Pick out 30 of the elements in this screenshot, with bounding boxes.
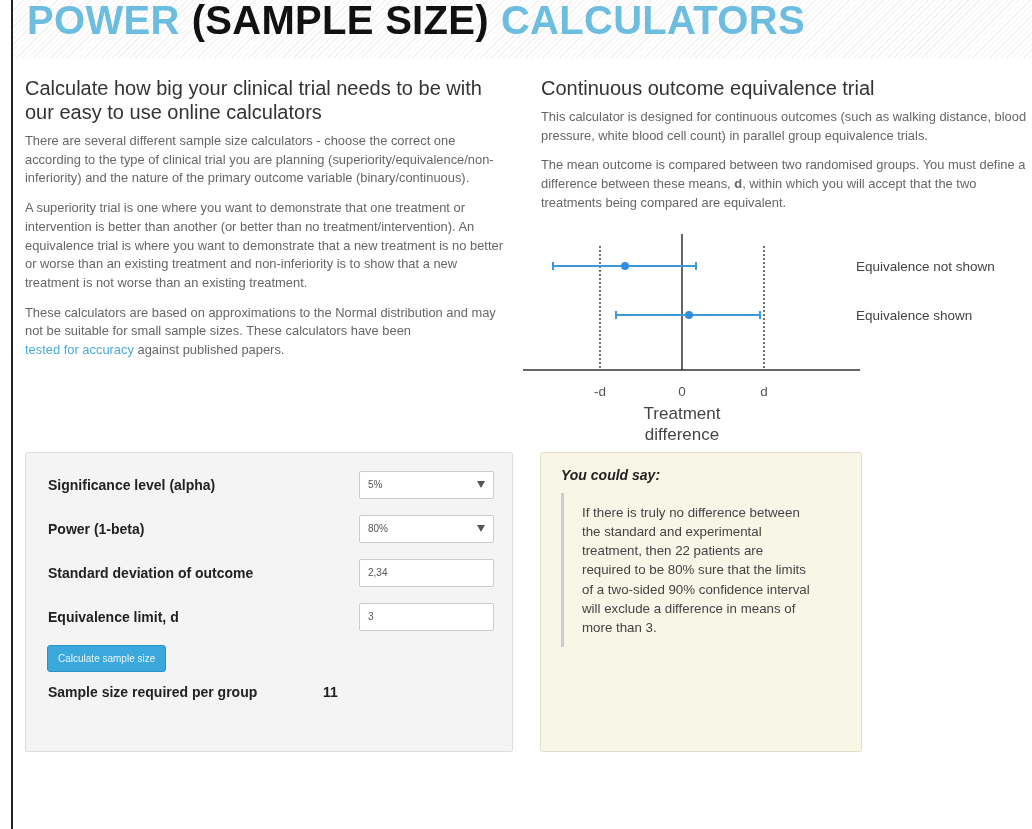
section-heading: Continuous outcome equivalence trial bbox=[541, 76, 876, 100]
field-label: Power (1-beta) bbox=[48, 520, 145, 537]
input-field[interactable]: 2,34 bbox=[359, 558, 494, 587]
field-label: Significance level (alpha) bbox=[48, 476, 216, 493]
dropdown[interactable]: 5% bbox=[359, 470, 494, 499]
section-heading: Calculate how big your clinical trial needs to be with our easy to use online calculators bbox=[25, 76, 483, 124]
field-label: Equivalence limit, d bbox=[48, 608, 179, 625]
caret-icon bbox=[477, 525, 485, 532]
paragraph: This calculator is designed for continuous outcomes (such as walking distance, blood pressure, white blood cell count) in parallel group equivalence trials. bbox=[541, 108, 1028, 145]
page-title: (SAMPLE SIZE) bbox=[191, 0, 489, 40]
dropdown[interactable]: 80% bbox=[359, 514, 494, 543]
paragraph: against published papers. bbox=[137, 342, 285, 358]
tick-label: 0 bbox=[678, 383, 686, 399]
result-label: Sample size required per group bbox=[48, 683, 259, 700]
field-label: Standard deviation of outcome bbox=[48, 564, 254, 581]
card-heading: You could say: bbox=[561, 466, 662, 483]
row-label: Equivalence shown bbox=[856, 307, 973, 323]
paragraph: The mean outcome is compared between two randomised groups. You must define a difference between these means, d, within which you will accept that the two treatments being compared are equivalent. bbox=[541, 156, 1027, 212]
tick-label: d bbox=[760, 383, 768, 399]
axis-label: Treatment difference bbox=[643, 403, 721, 442]
page-title: POWER bbox=[27, 0, 180, 40]
tick-label: -d bbox=[594, 383, 606, 399]
caret-icon bbox=[477, 481, 485, 488]
page-title: CALCULATORS bbox=[500, 0, 805, 40]
result-value: 11 bbox=[323, 683, 338, 700]
paragraph: A superiority trial is one where you want to demonstrate that one treatment or intervention is better than another (or better than no treatment/intervention). An equivalence trial is where you want to demonstrate that a new treatment is no better or worse than an existing treatment and non-inferiority is to show that a new treatment is not worse than an existing treatment. bbox=[25, 199, 504, 292]
input-field[interactable]: 3 bbox=[359, 602, 494, 631]
quote-text: If there is truly no difference between the standard and experimental treatment, then 22 patients are required to be 80% sure that the limits of a two-sided 90% confidence interval will exclude a difference in means of more than 3. bbox=[561, 492, 812, 648]
paragraph: There are several different sample size calculators - choose the correct one according to the type of clinical trial you are planning (superiority/equivalence/non-inferiority) and the nature of the primary outcome variable (binary/continuous). bbox=[25, 132, 495, 188]
row-label: Equivalence not shown bbox=[856, 258, 995, 274]
